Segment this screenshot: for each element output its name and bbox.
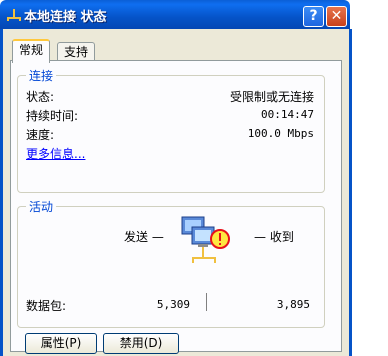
connection-legend: 连接 — [26, 67, 57, 84]
title-bar[interactable]: 本地连接 状态 ? ✕ — [0, 0, 350, 29]
received-label: — 收到 — [254, 230, 294, 244]
status-label: 状态: — [26, 90, 55, 104]
properties-button[interactable]: 属性(P) — [25, 333, 97, 354]
network-computers-warning-icon — [181, 216, 230, 263]
activity-legend: 活动 — [26, 198, 57, 215]
help-button[interactable]: ? — [303, 6, 324, 27]
window-title: 本地连接 状态 — [24, 10, 107, 25]
disable-button[interactable]: 禁用(D) — [103, 333, 179, 354]
speed-value: 100.0 Mbps — [247, 127, 314, 140]
duration-label: 持续时间: — [26, 109, 79, 123]
packets-sent-value: 5,309 — [156, 298, 190, 311]
more-info-link[interactable]: 更多信息... — [26, 145, 85, 162]
network-connection-icon — [7, 9, 21, 21]
connection-group: 连接 状态: 受限制或无连接 持续时间: 00:14:47 速度: 100.0 … — [17, 67, 325, 193]
packets-divider — [206, 293, 207, 311]
packets-label: 数据包: — [26, 299, 67, 313]
sent-label: 发送 — — [124, 230, 164, 244]
close-button[interactable]: ✕ — [326, 6, 347, 27]
activity-group: 活动 发送 — — 收到 数据包: 5,309 3,895 — [17, 198, 325, 328]
duration-value: 00:14:47 — [261, 108, 314, 121]
status-value: 受限制或无连接 — [229, 90, 314, 104]
tab-general[interactable]: 常规 — [12, 39, 51, 63]
window-body: 常规 支持 连接 状态: 受限制或无连接 持续时间: 00:14:47 速度: … — [0, 29, 352, 356]
packets-received-value: 3,895 — [276, 298, 310, 311]
speed-label: 速度: — [26, 128, 55, 142]
